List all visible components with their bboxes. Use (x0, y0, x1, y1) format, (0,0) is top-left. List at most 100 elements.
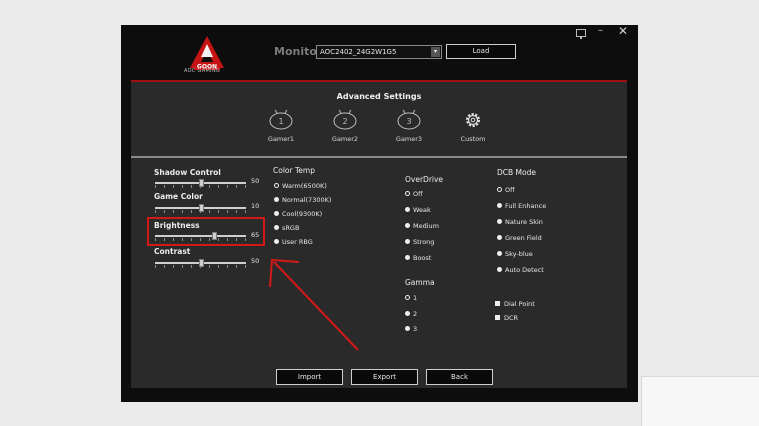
import-button[interactable]: Import (276, 369, 343, 385)
gamma-option[interactable]: 3 (405, 325, 417, 333)
checkbox-label: Dial Point (504, 300, 535, 308)
option-label: Nature Skin (505, 218, 543, 226)
shadow-control-slider[interactable] (155, 179, 246, 188)
radio-icon (497, 203, 502, 208)
color-temp-option[interactable]: Warm(6500K) (274, 182, 327, 190)
game-color-slider[interactable] (155, 204, 246, 213)
dcb-mode-option[interactable]: Full Enhance (497, 202, 546, 210)
option-label: User RBG (282, 238, 313, 246)
radio-icon (497, 251, 502, 256)
gear-icon (466, 113, 480, 127)
dcb-mode-option[interactable]: Green Field (497, 234, 542, 242)
minimize-button[interactable]: – (598, 25, 603, 37)
checkbox-icon (495, 315, 500, 320)
radio-icon (274, 197, 279, 202)
option-label: Full Enhance (505, 202, 547, 210)
gamma-option[interactable]: 2 (405, 310, 417, 318)
background-panel (641, 376, 759, 426)
option-label: Warm(6500K) (282, 182, 327, 190)
radio-icon (405, 311, 410, 316)
monitor-select-value: AOC2402_24G2W1G5 (320, 48, 397, 56)
export-button[interactable]: Export (351, 369, 418, 385)
gamma-option[interactable]: 1 (405, 294, 417, 302)
dcb-mode-option[interactable]: Off (497, 186, 515, 194)
slider-value: 50 (251, 177, 260, 185)
slider-value: 50 (251, 257, 260, 265)
slider-thumb[interactable] (199, 259, 204, 267)
overdrive-option[interactable]: Medium (405, 222, 439, 230)
radio-selected-icon (497, 187, 502, 192)
radio-icon (405, 255, 410, 260)
overdrive-option[interactable]: Off (405, 190, 423, 198)
overdrive-option[interactable]: Strong (405, 238, 434, 246)
dcr-checkbox[interactable]: DCR (495, 314, 518, 322)
overdrive-option[interactable]: Boost (405, 254, 431, 262)
radio-icon (497, 267, 502, 272)
color-temp-option[interactable]: User RBG (274, 238, 313, 246)
slider-label-contrast: Contrast (154, 247, 191, 256)
option-label: 2 (413, 310, 418, 318)
back-button[interactable]: Back (426, 369, 493, 385)
radio-icon (497, 219, 502, 224)
slider-value: 10 (251, 202, 260, 210)
option-label: Cool(9300K) (282, 210, 323, 218)
chevron-down-icon[interactable]: ▾ (431, 47, 440, 57)
gamepad-icon: 3 (397, 109, 421, 130)
mode-digit: 2 (342, 117, 347, 126)
color-temp-option[interactable]: sRGB (274, 224, 299, 232)
slider-label-shadow-control: Shadow Control (154, 168, 221, 177)
brightness-highlight-box (147, 217, 265, 246)
mode-label: Gamer1 (267, 135, 295, 143)
option-label: Normal(7300K) (282, 196, 332, 204)
monitor-select[interactable]: AOC2402_24G2W1G5 ▾ (316, 45, 442, 59)
option-label: Green Field (505, 234, 542, 242)
mode-digit: 1 (278, 117, 283, 126)
monitor-icon[interactable] (576, 29, 586, 39)
mode-gamer1[interactable]: 1 Gamer1 (253, 107, 309, 147)
radio-icon (405, 239, 410, 244)
overdrive-title: OverDrive (405, 175, 444, 184)
contrast-slider[interactable] (155, 259, 246, 268)
logo-caption: AOC GAMING (184, 68, 221, 74)
dcb-mode-option[interactable]: Sky-blue (497, 250, 533, 258)
radio-selected-icon (274, 183, 279, 188)
mode-custom[interactable]: Custom (445, 107, 501, 147)
load-button[interactable]: Load (446, 44, 516, 59)
panel-title: Advanced Settings (336, 92, 422, 101)
gamma-title: Gamma (405, 278, 435, 287)
mode-label: Gamer3 (395, 135, 423, 143)
option-label: Weak (413, 206, 431, 214)
option-label: Sky-blue (505, 250, 533, 258)
option-label: Boost (413, 254, 432, 262)
option-label: sRGB (282, 224, 300, 232)
radio-icon (405, 326, 410, 331)
dial-point-checkbox[interactable]: Dial Point (495, 300, 535, 308)
radio-icon (274, 239, 279, 244)
color-temp-option[interactable]: Normal(7300K) (274, 196, 331, 204)
overdrive-option[interactable]: Weak (405, 206, 431, 214)
option-label: 1 (413, 294, 418, 302)
checkbox-label: DCR (504, 314, 519, 322)
option-label: Auto Detect (505, 266, 544, 274)
advanced-settings-panel: Advanced Settings 1 Gamer1 2 Gamer2 3 Ga… (131, 80, 627, 388)
option-label: Off (505, 186, 515, 194)
dcb-mode-option[interactable]: Auto Detect (497, 266, 544, 274)
mode-gamer2[interactable]: 2 Gamer2 (317, 107, 373, 147)
slider-thumb[interactable] (199, 204, 204, 212)
screenshot-stage: – ✕ GOON AOC GAMING Monitor AOC2402_24G2… (0, 0, 759, 426)
mode-gamer3[interactable]: 3 Gamer3 (381, 107, 437, 147)
panel-divider (131, 156, 627, 158)
gamepad-icon: 2 (333, 109, 357, 130)
slider-thumb[interactable] (199, 179, 204, 187)
radio-icon (274, 211, 279, 216)
mode-label: Gamer2 (331, 135, 359, 143)
checkbox-icon (495, 301, 500, 306)
color-temp-title: Color Temp (273, 166, 315, 175)
slider-label-game-color: Game Color (154, 192, 203, 201)
close-button[interactable]: ✕ (618, 25, 628, 37)
radio-selected-icon (405, 295, 410, 300)
mode-digit: 3 (406, 117, 411, 126)
dcb-mode-option[interactable]: Nature Skin (497, 218, 543, 226)
color-temp-option[interactable]: Cool(9300K) (274, 210, 322, 218)
radio-icon (405, 223, 410, 228)
